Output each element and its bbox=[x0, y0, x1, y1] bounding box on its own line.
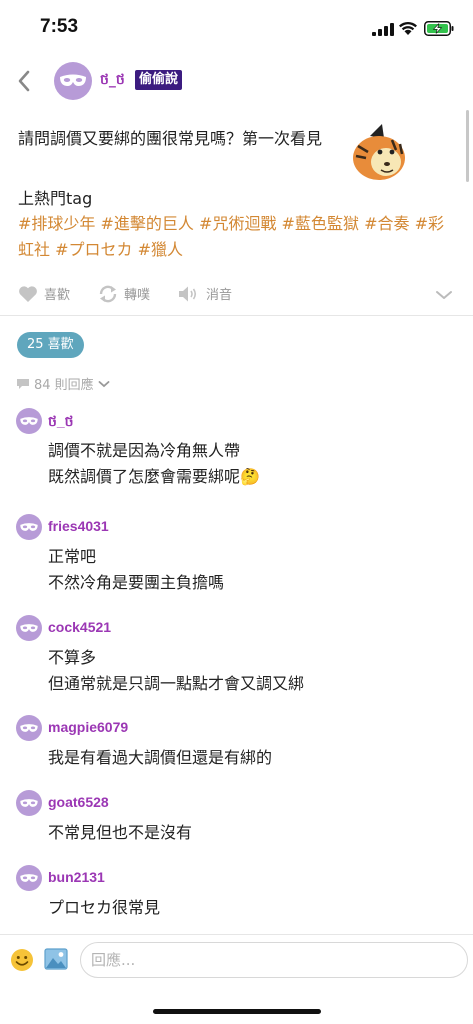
comment-line: 正常吧 bbox=[48, 547, 97, 566]
reply-input[interactable] bbox=[80, 942, 468, 978]
comment-username[interactable]: ថ_ថ bbox=[48, 412, 74, 433]
hashtag[interactable]: #藍色監獄 bbox=[282, 214, 359, 233]
comment-username[interactable]: cock4521 bbox=[48, 619, 111, 635]
comment-text: 調價不就是因為冷角無人帶 既然調價了怎麼會需要綁呢🤔 bbox=[48, 438, 260, 490]
comment-line: 不然冷角是要團主負擔嗎 bbox=[48, 573, 225, 592]
wifi-icon bbox=[399, 21, 417, 35]
hashtag[interactable]: #排球少年 bbox=[18, 214, 95, 233]
comment-line: プロセカ很常見 bbox=[48, 898, 161, 917]
comment-line: 不常見但也不是沒有 bbox=[48, 823, 193, 842]
replurk-button[interactable]: 轉噗 bbox=[98, 284, 150, 303]
post-header: ថ_ថ 偷偷說 bbox=[0, 58, 473, 106]
likes-count-badge[interactable]: 25 喜歡 bbox=[17, 332, 84, 358]
author-name[interactable]: ថ_ថ bbox=[100, 70, 125, 91]
comment-avatar[interactable] bbox=[16, 790, 42, 816]
hashtag[interactable]: #咒術迴戰 bbox=[199, 214, 276, 233]
status-bar: 7:53 bbox=[0, 0, 473, 56]
battery-charging-icon bbox=[424, 21, 454, 36]
speech-bubble-icon bbox=[17, 378, 29, 389]
comment-line: 但通常就是只調一點點才會又調又綁 bbox=[48, 674, 305, 693]
comment-text: 不算多 但通常就是只調一點點才會又調又綁 bbox=[48, 645, 304, 697]
tag-list: #排球少年 #進擊的巨人 #咒術迴戰 #藍色監獄 #合奏 #彩虹社 #プロセカ … bbox=[18, 211, 458, 263]
author-avatar[interactable] bbox=[54, 62, 92, 100]
anonymous-badge: 偷偷說 bbox=[135, 70, 183, 90]
speaker-mute-icon bbox=[179, 286, 197, 301]
replies-count-label: 84 則回應 bbox=[34, 378, 94, 393]
comment-avatar[interactable] bbox=[16, 408, 42, 434]
comment-item: cock4521 不算多 但通常就是只調一點點才會又調又綁 bbox=[0, 611, 473, 711]
replurk-label: 轉噗 bbox=[124, 288, 151, 303]
comment-avatar[interactable] bbox=[16, 715, 42, 741]
mask-icon bbox=[20, 798, 38, 807]
chevron-down-icon bbox=[98, 380, 110, 387]
mute-label: 消音 bbox=[206, 288, 233, 303]
smiley-face-icon[interactable] bbox=[10, 948, 34, 972]
comment-text: 不常見但也不是沒有 bbox=[48, 820, 192, 846]
mask-icon bbox=[20, 623, 38, 632]
hashtag[interactable]: #進擊的巨人 bbox=[101, 214, 194, 233]
back-button[interactable] bbox=[12, 68, 36, 94]
post-content: 請問調價又要綁的團很常見嗎？第一次看見 上熱門tag #排球少年 #進擊的巨人 … bbox=[18, 118, 458, 263]
mask-icon bbox=[60, 74, 86, 86]
hashtag[interactable]: #プロセカ bbox=[55, 240, 132, 259]
post-actions: 喜歡 轉噗 消音 bbox=[0, 282, 473, 310]
cellular-signal-icon bbox=[372, 23, 394, 36]
comment-item: ថ_ថ 調價不就是因為冷角無人帶 既然調價了怎麼會需要綁呢🤔 bbox=[0, 404, 473, 504]
comment-avatar[interactable] bbox=[16, 865, 42, 891]
comment-text: プロセカ很常見 bbox=[48, 895, 160, 921]
comment-username[interactable]: goat6528 bbox=[48, 794, 109, 810]
comment-avatar[interactable] bbox=[16, 514, 42, 540]
mask-icon bbox=[20, 416, 38, 425]
repost-icon bbox=[99, 285, 117, 302]
comment-line: 調價不就是因為冷角無人帶 bbox=[48, 441, 241, 460]
mask-icon bbox=[20, 723, 38, 732]
divider bbox=[0, 934, 473, 935]
comment-line: 不算多 bbox=[48, 648, 97, 667]
comment-username[interactable]: fries4031 bbox=[48, 518, 109, 534]
image-upload-icon[interactable] bbox=[44, 948, 68, 970]
comment-avatar[interactable] bbox=[16, 615, 42, 641]
post-tag-intro: 上熱門tag bbox=[18, 189, 93, 208]
comment-item: bun2131 プロセカ很常見 bbox=[0, 861, 473, 931]
heart-icon bbox=[19, 285, 37, 302]
chevron-left-icon bbox=[18, 70, 30, 92]
comment-username[interactable]: bun2131 bbox=[48, 869, 105, 885]
chevron-down-icon bbox=[436, 291, 452, 299]
home-indicator[interactable] bbox=[153, 1009, 321, 1014]
more-options-button[interactable] bbox=[435, 286, 453, 305]
hashtag[interactable]: #合奏 bbox=[364, 214, 409, 233]
mask-icon bbox=[20, 873, 38, 882]
comment-username[interactable]: magpie6079 bbox=[48, 719, 128, 735]
mask-icon bbox=[20, 522, 38, 531]
comment-line: 既然調價了怎麼會需要綁呢🤔 bbox=[48, 467, 260, 486]
replies-count-toggle[interactable]: 84 則回應 bbox=[16, 374, 110, 393]
comment-text: 正常吧 不然冷角是要團主負擔嗎 bbox=[48, 544, 224, 596]
status-time: 7:53 bbox=[40, 16, 79, 37]
reply-composer bbox=[0, 940, 473, 980]
comment-item: fries4031 正常吧 不然冷角是要團主負擔嗎 bbox=[0, 510, 473, 610]
scrollbar[interactable] bbox=[466, 110, 469, 182]
mute-button[interactable]: 消音 bbox=[178, 284, 232, 303]
comment-item: goat6528 不常見但也不是沒有 bbox=[0, 786, 473, 860]
divider bbox=[0, 315, 473, 316]
comment-item: magpie6079 我是有看過大調價但還是有綁的 bbox=[0, 711, 473, 785]
comment-text: 我是有看過大調價但還是有綁的 bbox=[48, 745, 272, 771]
comment-line: 我是有看過大調價但還是有綁的 bbox=[48, 748, 273, 767]
like-label: 喜歡 bbox=[44, 288, 71, 303]
post-question: 請問調價又要綁的團很常見嗎？第一次看見 bbox=[18, 129, 323, 148]
like-button[interactable]: 喜歡 bbox=[18, 284, 70, 303]
hashtag[interactable]: #獵人 bbox=[138, 240, 183, 259]
tiger-sticker-image bbox=[352, 122, 406, 180]
